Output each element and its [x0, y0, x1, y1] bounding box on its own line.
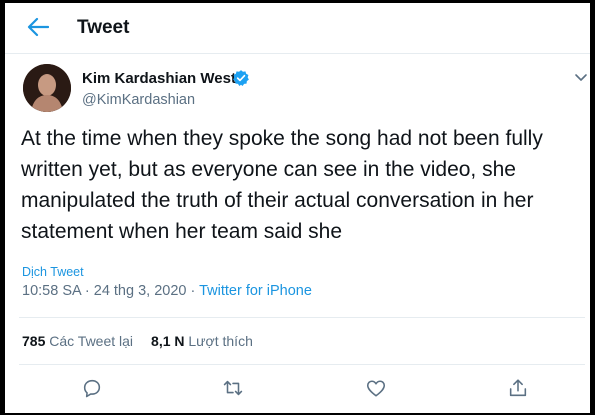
retweet-icon[interactable]	[222, 377, 244, 399]
header: Tweet	[5, 3, 590, 54]
tweet-page: Tweet Kim Kardashian West @KimKardashian…	[5, 3, 590, 413]
author-name[interactable]: Kim Kardashian West	[82, 70, 236, 87]
tweet-meta: 10:58 SA · 24 thg 3, 2020 · Twitter for …	[22, 283, 312, 299]
likes-stat[interactable]: 8,1 N Lượt thích	[151, 333, 253, 349]
chevron-down-icon[interactable]	[573, 69, 589, 85]
retweets-count: 785	[22, 333, 46, 349]
translate-tweet-link[interactable]: Dịch Tweet	[22, 265, 84, 279]
divider	[19, 364, 585, 365]
share-icon[interactable]	[507, 377, 529, 399]
tweet-source-link[interactable]: Twitter for iPhone	[199, 283, 312, 299]
reply-icon[interactable]	[81, 377, 103, 399]
meta-separator: ·	[186, 283, 200, 299]
divider	[19, 317, 585, 318]
avatar[interactable]	[23, 64, 71, 112]
tweet-text: At the time when they spoke the song had…	[21, 127, 543, 243]
author-handle[interactable]: @KimKardashian	[82, 92, 195, 108]
likes-count: 8,1 N	[151, 333, 185, 349]
retweets-stat[interactable]: 785 Các Tweet lại	[22, 333, 133, 349]
like-icon[interactable]	[365, 377, 387, 399]
verified-badge-icon	[232, 69, 250, 87]
tweet-stats: 785 Các Tweet lại 8,1 N Lượt thích	[22, 333, 253, 349]
tweet-date[interactable]: 24 thg 3, 2020	[94, 283, 187, 299]
meta-separator: ·	[80, 283, 94, 299]
page-title: Tweet	[77, 17, 130, 38]
back-arrow-icon[interactable]	[27, 17, 50, 37]
tweet-time[interactable]: 10:58 SA	[22, 283, 81, 299]
retweets-label: Các Tweet lại	[49, 333, 134, 349]
likes-label: Lượt thích	[188, 333, 253, 349]
